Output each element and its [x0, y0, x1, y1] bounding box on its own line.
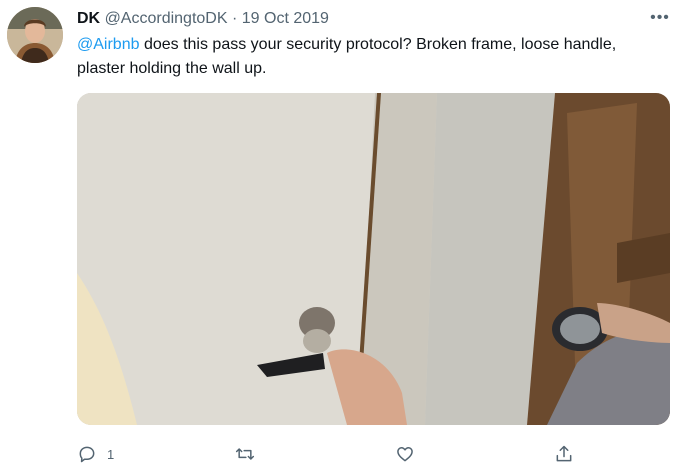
- header-separator: ·: [231, 10, 238, 27]
- more-options-icon[interactable]: •••: [648, 8, 672, 28]
- tweet-body: does this pass your security protocol? B…: [77, 36, 617, 77]
- mention-link[interactable]: @Airbnb: [77, 36, 140, 53]
- heart-icon: [397, 447, 413, 462]
- author-handle[interactable]: @AccordingtoDK: [105, 10, 228, 27]
- tweet-text: @Airbnb does this pass your security pro…: [77, 33, 667, 81]
- door-photo: [77, 93, 670, 425]
- reply-button[interactable]: 1: [77, 440, 114, 468]
- tweet-header: DK @AccordingtoDK · 19 Oct 2019: [77, 9, 329, 29]
- author-name[interactable]: DK: [77, 10, 100, 27]
- reply-count: 1: [107, 446, 115, 462]
- tweet-photo[interactable]: [77, 93, 670, 425]
- retweet-icon: [235, 448, 255, 460]
- tweet-date[interactable]: 19 Oct 2019: [242, 10, 329, 27]
- share-button[interactable]: [554, 440, 574, 468]
- tweet-actions: 1: [77, 440, 597, 468]
- tweet: DK @AccordingtoDK · 19 Oct 2019 ••• @Air…: [0, 0, 680, 469]
- avatar[interactable]: [7, 7, 63, 63]
- retweet-button[interactable]: [235, 440, 255, 468]
- avatar-image: [7, 7, 63, 63]
- like-button[interactable]: [395, 440, 415, 468]
- reply-icon: [79, 446, 95, 463]
- share-icon: [556, 445, 572, 462]
